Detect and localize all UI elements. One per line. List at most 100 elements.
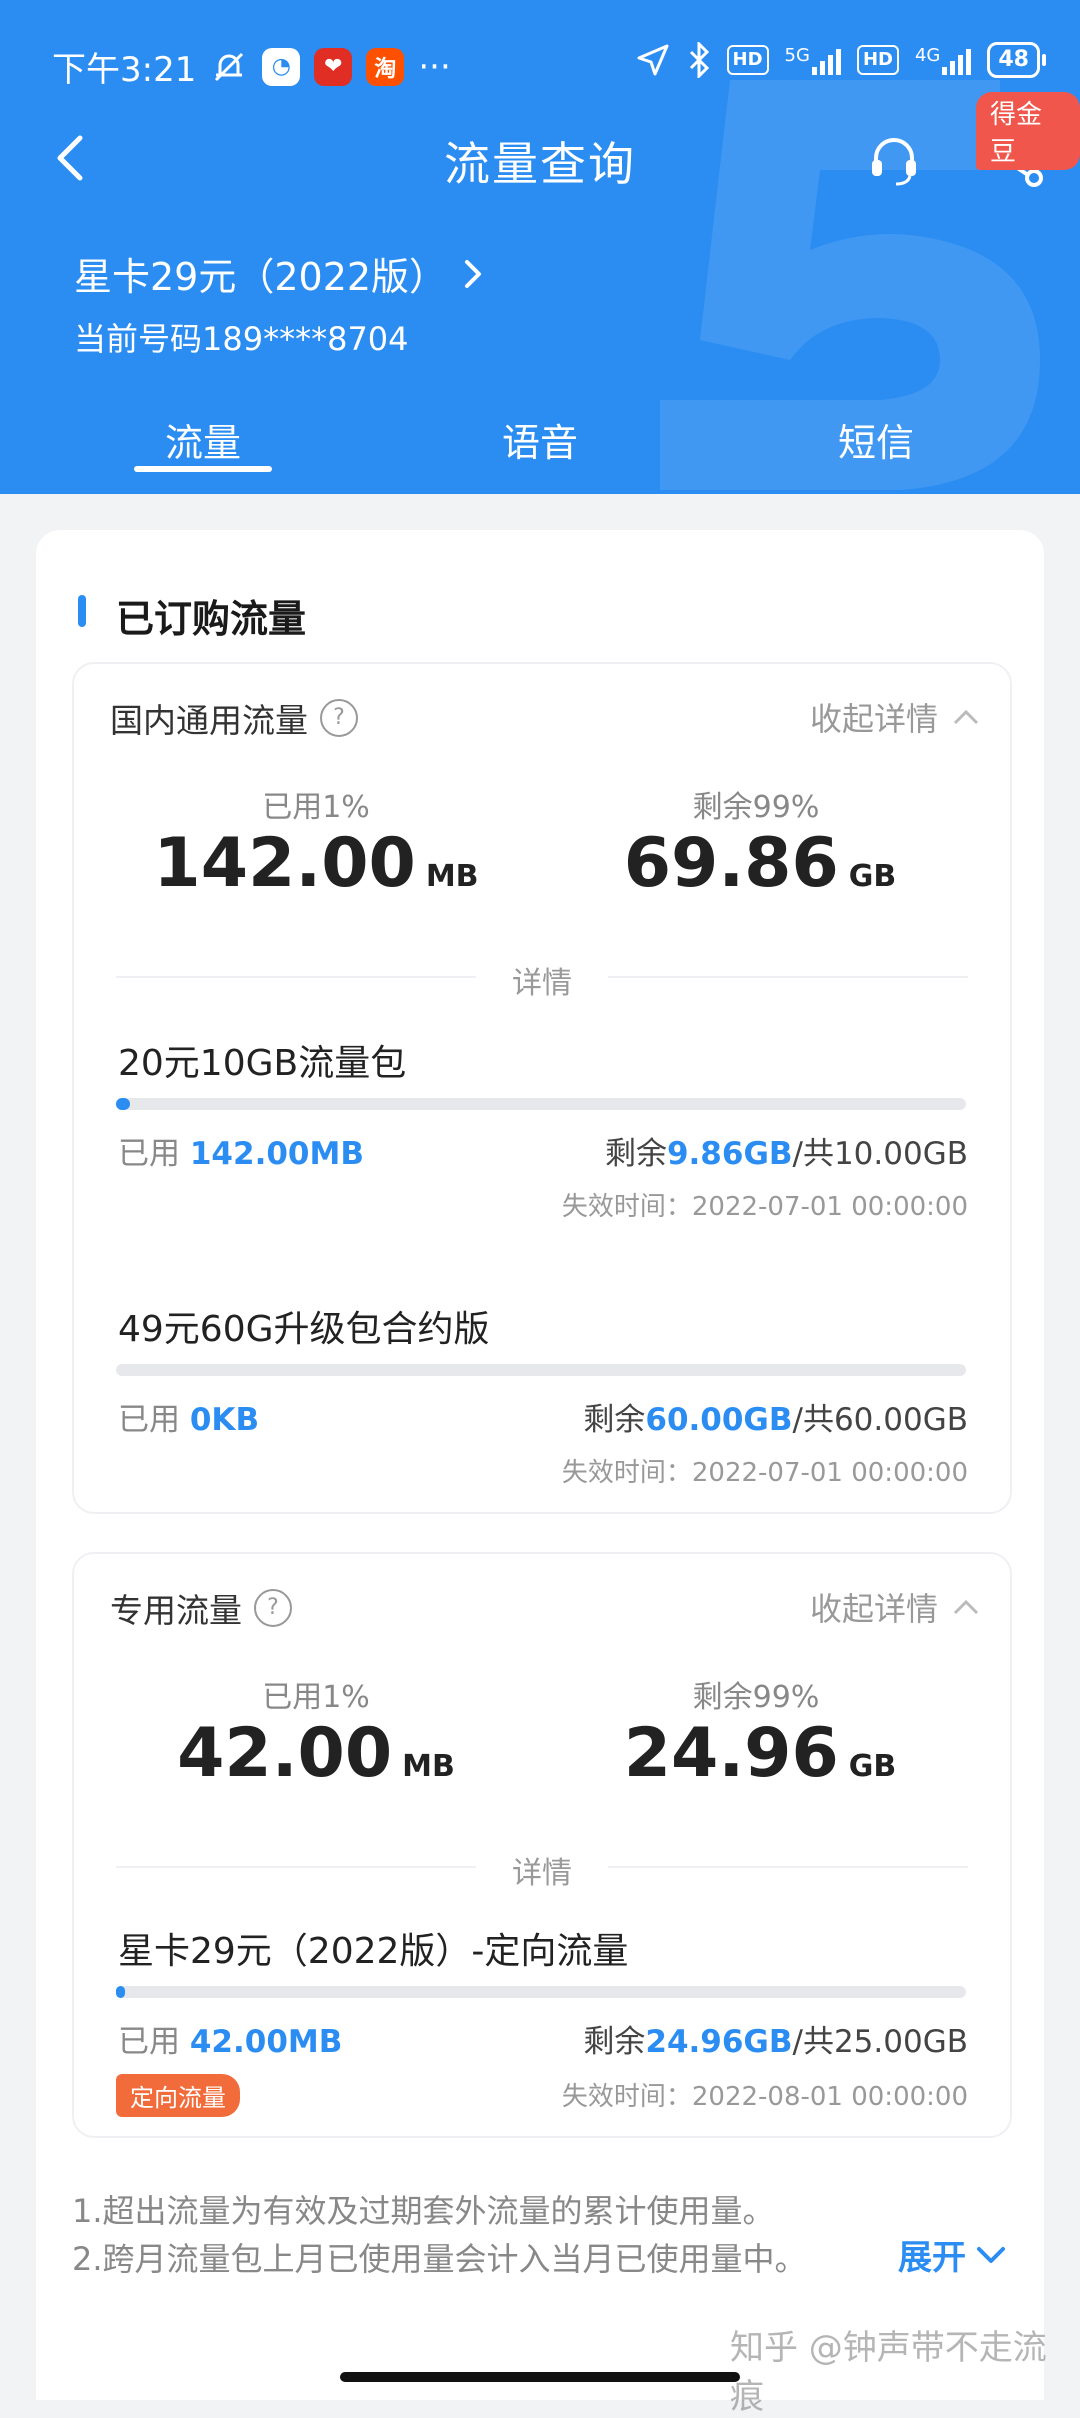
remain-prefix: 剩余	[583, 2024, 646, 2060]
total-value: /共10.00GB	[792, 1136, 968, 1172]
collapse-label: 收起详情	[809, 700, 938, 738]
remain-value: 60.00GB	[645, 1402, 793, 1438]
note-2: 2.跨月流量包上月已使用量会计入当月已使用量中。	[72, 2240, 807, 2278]
details-label: 详情	[512, 1856, 572, 1891]
top-bar: 流量查询	[0, 110, 1080, 210]
dedicated-data-box: 专用流量 ? 收起详情 已用1% 42.00 MB 剩余99% 24.96 GB 详…	[72, 1552, 1012, 2138]
section-title: 已订购流量	[116, 597, 307, 641]
remain-amount-value: 69.86	[623, 824, 839, 903]
used-amount-value: 142.00	[153, 824, 416, 903]
tab-bar: 流量 语音 短信	[0, 404, 1080, 494]
home-indicator[interactable]	[340, 2372, 740, 2382]
package-name: 49元60G升级包合约版	[118, 1309, 490, 1350]
used-amount: 142.00 MB	[116, 824, 516, 903]
used-percent-label: 已用1%	[262, 1680, 370, 1715]
used-value: 42.00MB	[189, 2024, 343, 2060]
help-icon[interactable]: ?	[254, 1589, 292, 1627]
used-prefix: 已用	[118, 1136, 180, 1172]
package-expire-time: 失效时间：2022-08-01 00:00:00	[561, 2082, 968, 2112]
used-amount-unit: MB	[425, 859, 479, 894]
used-value: 0KB	[189, 1402, 260, 1438]
package-name: 20元10GB流量包	[118, 1043, 407, 1084]
divider	[116, 976, 476, 978]
package-used: 已用 42.00MB	[118, 2016, 342, 2061]
help-icon[interactable]: ?	[320, 699, 358, 737]
total-value: /共25.00GB	[792, 2024, 968, 2060]
remain-amount-value: 24.96	[623, 1714, 839, 1793]
remain-percent-label: 剩余99%	[692, 1680, 820, 1715]
package-expire-time: 失效时间：2022-07-01 00:00:00	[561, 1458, 968, 1488]
used-prefix: 已用	[118, 1402, 180, 1438]
package-used: 已用 0KB	[118, 1394, 259, 1439]
used-value: 142.00MB	[189, 1136, 364, 1172]
tab-active-indicator	[134, 466, 272, 472]
package-progress-bar	[116, 1986, 966, 1998]
directed-data-tag: 定向流量	[116, 2074, 240, 2117]
status-time: 下午3:21	[52, 50, 197, 90]
gold-bean-badge[interactable]: 得金豆	[976, 92, 1080, 170]
collapse-label: 收起详情	[809, 1590, 938, 1628]
section-accent-bar	[78, 595, 86, 627]
total-value: /共60.00GB	[792, 1402, 968, 1438]
signal-icon	[811, 45, 841, 75]
status-bar: 下午3:21 ◔ ❤ 淘 ··· HD 5G HD 4G 48	[0, 30, 1080, 100]
chevron-down-icon	[977, 2246, 1005, 2263]
tab-voice[interactable]: 语音	[440, 412, 640, 467]
app-notification-icon: ◔	[262, 47, 301, 86]
remain-amount: 69.86 GB	[560, 824, 960, 903]
package-remain: 剩余9.86GB/共10.00GB	[605, 1128, 968, 1173]
remain-percent-label: 剩余99%	[692, 790, 820, 825]
package-remain: 剩余24.96GB/共25.00GB	[583, 2016, 968, 2061]
dedicated-data-title-row: 专用流量 ?	[110, 1584, 292, 1632]
pinduoduo-icon: ❤	[314, 47, 353, 86]
domestic-data-title: 国内通用流量	[110, 701, 308, 740]
used-percent-label: 已用1%	[262, 790, 370, 825]
used-amount-value: 42.00	[177, 1714, 393, 1793]
expand-notes-button[interactable]: 展开	[898, 2230, 1006, 2279]
remain-value: 24.96GB	[645, 2024, 793, 2060]
mute-icon	[215, 52, 244, 81]
remain-amount-unit: GB	[848, 1749, 897, 1784]
tab-data[interactable]: 流量	[103, 412, 303, 467]
divider	[608, 1866, 968, 1868]
package-progress-bar	[116, 1098, 966, 1110]
remain-value: 9.86GB	[666, 1136, 793, 1172]
package-progress-bar	[116, 1364, 966, 1376]
used-prefix: 已用	[118, 2024, 180, 2060]
remain-prefix: 剩余	[604, 1136, 667, 1172]
customer-service-icon[interactable]	[864, 130, 924, 190]
package-remain: 剩余60.00GB/共60.00GB	[583, 1394, 968, 1439]
plan-selector[interactable]: 星卡29元（2022版）	[74, 246, 487, 301]
plan-name: 星卡29元（2022版）	[74, 255, 448, 299]
details-label: 详情	[512, 966, 572, 1001]
remain-amount: 24.96 GB	[560, 1714, 960, 1793]
domestic-data-title-row: 国内通用流量 ?	[110, 694, 358, 742]
package-progress-fill	[116, 1098, 130, 1110]
location-icon	[637, 44, 669, 76]
collapse-details-button[interactable]: 收起详情	[810, 694, 980, 740]
battery-icon: 48	[987, 42, 1046, 78]
tab-sms[interactable]: 短信	[776, 412, 976, 467]
divider	[116, 1866, 476, 1868]
used-amount-unit: MB	[402, 1749, 455, 1784]
taobao-icon: 淘	[366, 47, 405, 86]
package-expire-time: 失效时间：2022-07-01 00:00:00	[561, 1192, 968, 1222]
package-name: 星卡29元（2022版）-定向流量	[118, 1931, 629, 1972]
bluetooth-icon	[689, 42, 709, 78]
package-used: 已用 142.00MB	[118, 1128, 364, 1173]
remain-prefix: 剩余	[583, 1402, 646, 1438]
package-progress-fill	[116, 1986, 125, 1998]
watermark: 知乎 @钟声带不走流痕	[730, 2328, 1047, 2417]
note-1: 1.超出流量为有效及过期套外流量的累计使用量。	[72, 2192, 775, 2230]
domestic-data-box: 国内通用流量 ? 收起详情 已用1% 142.00 MB 剩余99% 69.86 G…	[72, 662, 1012, 1514]
network-4g-label: 4G	[914, 45, 941, 66]
more-notifications-icon: ···	[418, 46, 451, 87]
chevron-up-icon	[953, 1599, 979, 1615]
hd-icon: HD	[726, 45, 769, 75]
current-phone-number: 当前号码189****8704	[74, 320, 409, 358]
dedicated-data-title: 专用流量	[110, 1591, 242, 1630]
used-amount: 42.00 MB	[116, 1714, 516, 1793]
expand-label: 展开	[898, 2238, 966, 2278]
collapse-details-button[interactable]: 收起详情	[810, 1584, 980, 1630]
remain-amount-unit: GB	[848, 859, 897, 894]
